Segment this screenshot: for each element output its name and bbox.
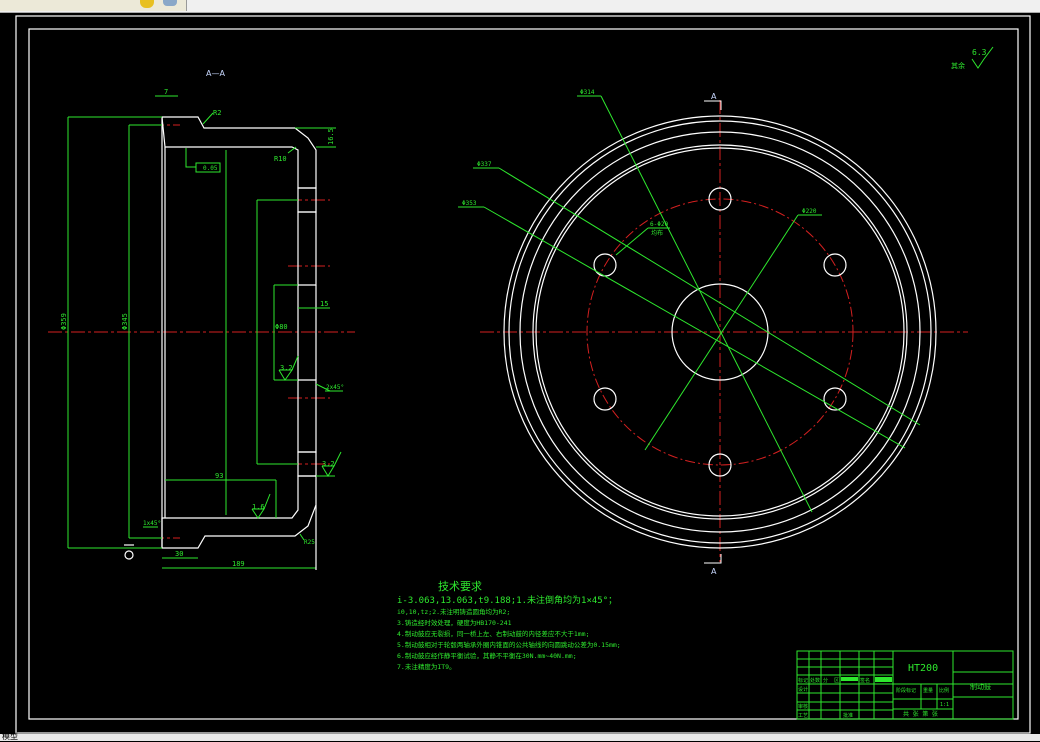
roughness-3-2-b: 3.2 xyxy=(322,460,335,468)
dim-d345: Φ345 xyxy=(121,313,129,330)
dim-15: 15 xyxy=(320,300,328,308)
model-tab[interactable]: 模型 xyxy=(2,731,18,742)
dim-d359: Φ359 xyxy=(60,313,68,330)
datum-symbol xyxy=(124,550,134,560)
dim-chamfer: 2x45° xyxy=(326,384,344,391)
header-cell: 分 xyxy=(823,677,828,684)
dim-d337: Φ337 xyxy=(477,161,492,168)
header-cell: 区 xyxy=(834,678,839,684)
dim-r2: R2 xyxy=(213,109,221,117)
header-cell: 签名 xyxy=(860,677,870,684)
scale-value: 1:1 xyxy=(940,702,949,708)
row-label: 设计 xyxy=(798,686,808,693)
roughness-1-6: 1.6 xyxy=(252,503,265,511)
dim-93: 93 xyxy=(215,472,223,480)
section-mark-top: A xyxy=(711,92,717,101)
approval-label: 批准 xyxy=(843,712,853,719)
row-label: 审核 xyxy=(798,703,808,710)
scale-label: 比例 xyxy=(939,687,949,694)
outer-frame xyxy=(15,15,1031,734)
tech-line: 3.铸造经时效处理，硬度为HB170-241 xyxy=(397,618,512,627)
tech-line: 7.未注精度为IT9。 xyxy=(397,662,456,671)
dim-chamfer-2: 1x45° xyxy=(143,520,161,527)
tech-line: 4.制动鼓应无裂损，同一桥上左、右制动鼓的内径差应不大于1mm; xyxy=(397,629,589,638)
section-mark-bottom: A xyxy=(711,567,717,576)
dim-pcd: Φ220 xyxy=(802,208,817,215)
tolerance-frame: 0.05 xyxy=(203,165,218,172)
stage-label: 阶段标记 xyxy=(896,687,916,694)
tech-line: i-3.063,13.063,t9.188;1.未注倒角均为1×45°； xyxy=(397,594,617,606)
roughness-3-2-a: 3.2 xyxy=(280,364,293,372)
dim-d80: Φ80 xyxy=(275,323,288,331)
dim-16-5: 16.5 xyxy=(327,128,335,145)
dim-d314: Φ314 xyxy=(580,89,595,96)
dim-r10: R10 xyxy=(274,155,287,163)
header-cell: 标记 xyxy=(798,677,808,684)
roughness-value: 6.3 xyxy=(972,48,987,57)
row-label: 工艺 xyxy=(798,713,808,719)
dim-189: 189 xyxy=(232,560,245,568)
bolt-hole xyxy=(823,387,847,411)
title-block: HT200 制动鼓 标记 处数 分 区 签名 设计 审核 工艺 批准 阶段标记 … xyxy=(796,650,1014,720)
part-name: 制动鼓 xyxy=(970,682,991,691)
material: HT200 xyxy=(908,663,938,674)
weight-label: 重量 xyxy=(923,687,933,694)
tech-line: 6.制动鼓应经作静平衡试验，其静不平衡在30N.mm~40N.mm; xyxy=(397,651,577,660)
tech-title: 技术要求 xyxy=(438,580,482,593)
dim-r25: R25 xyxy=(304,539,315,546)
header-cell: 处数 xyxy=(810,677,820,684)
dim-holes: 6-Φ20 xyxy=(650,221,668,228)
front-view: Φ314 Φ337 Φ353 6-Φ20 均布 Φ220 A A xyxy=(458,89,968,576)
tech-line: i0,10,tz;2.未注明铸造圆角均为R2; xyxy=(397,607,510,616)
roughness-symbol: 其余 6.3 xyxy=(951,46,994,70)
dim-d353: Φ353 xyxy=(462,200,477,207)
section-view: A—A Φ359 Φ345 7 R2 16.5 R10 0.05 Φ80 15 … xyxy=(48,69,355,570)
inner-frame xyxy=(28,28,1019,720)
sheet-count: 共 张 第 张 xyxy=(903,710,938,718)
dim-7: 7 xyxy=(164,88,168,96)
drawing-canvas[interactable]: A—A Φ359 Φ345 7 R2 16.5 R10 0.05 Φ80 15 … xyxy=(0,0,1040,741)
dim-30: 30 xyxy=(175,550,183,558)
dim-holes-note: 均布 xyxy=(651,229,663,237)
roughness-label: 其余 xyxy=(951,61,965,70)
tech-line: 5.制动鼓相对于轮毂两轴承外圈内锥面的公共轴线的向圆跳动公差为0.15mm; xyxy=(397,640,621,649)
section-title: A—A xyxy=(206,69,225,78)
tech-requirements: 技术要求 i-3.063,13.063,t9.188;1.未注倒角均为1×45°… xyxy=(397,580,621,671)
status-bar: 模型 xyxy=(0,731,1040,742)
